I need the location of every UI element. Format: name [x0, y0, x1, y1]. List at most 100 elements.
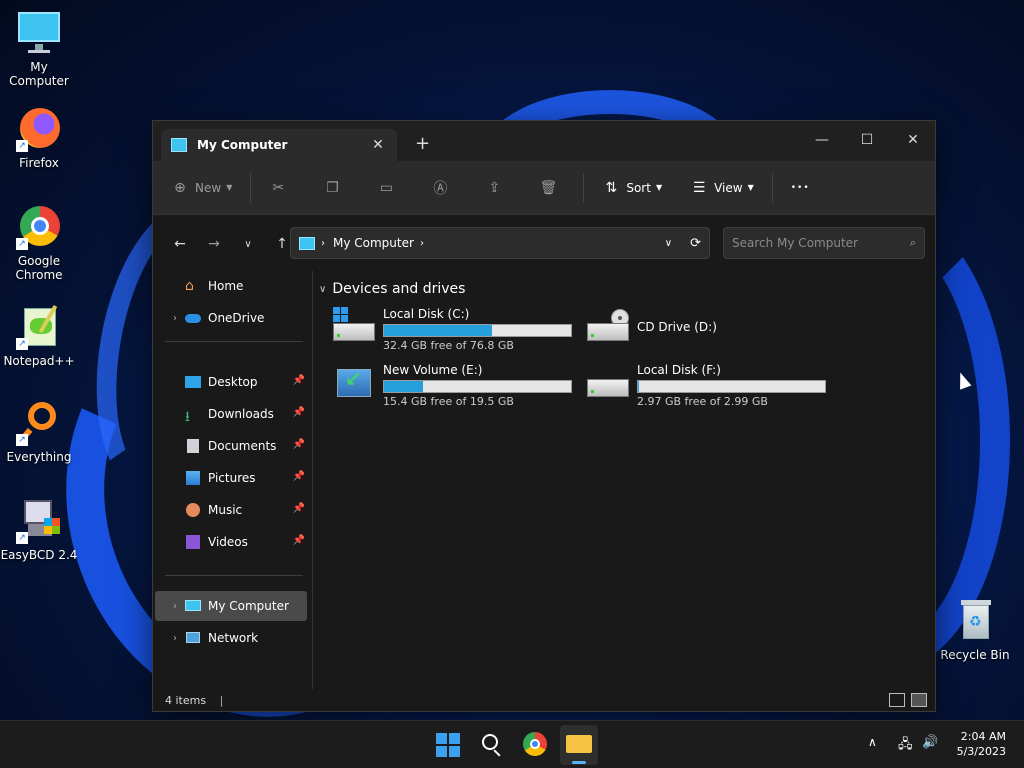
close-window-button[interactable]: ✕ — [901, 129, 925, 151]
title-bar[interactable]: My Computer ✕ + — ☐ ✕ — [153, 121, 935, 161]
folder-icon — [566, 735, 592, 753]
share-button[interactable]: ⇪ — [485, 180, 509, 196]
sidebar-item-videos[interactable]: Videos 📌 — [155, 527, 307, 557]
chevron-right-icon[interactable]: › — [155, 633, 185, 644]
more-icon: ••• — [790, 182, 810, 193]
sidebar-item-music[interactable]: Music 📌 — [155, 495, 307, 525]
desktop-icon-label: Firefox — [19, 156, 59, 170]
network-tray-icon[interactable]: 🖧 — [898, 735, 913, 757]
sidebar-item-documents[interactable]: Documents 📌 — [155, 431, 307, 461]
file-explorer-window[interactable]: My Computer ✕ + — ☐ ✕ ⊕ New ▼ ✂ ❐ ▭ Ⓐ ⇪ … — [152, 120, 936, 712]
desktop-icon-firefox[interactable]: ↗ Firefox — [0, 106, 78, 170]
breadcrumb-my-computer[interactable]: My Computer — [333, 236, 414, 250]
search-icon[interactable]: ⌕ — [910, 236, 916, 250]
drive-usage-fill — [638, 381, 640, 392]
clipboard-icon: ▭ — [379, 179, 393, 196]
tab-my-computer[interactable]: My Computer ✕ — [161, 129, 397, 161]
new-button[interactable]: ⊕ New ▼ — [171, 180, 232, 196]
group-label: Devices and drives — [332, 281, 466, 297]
drive-item-e[interactable]: ↙ New Volume (E:) 15.4 GB free of 19.5 G… — [331, 363, 581, 413]
forward-button[interactable]: → — [197, 236, 231, 252]
address-bar[interactable]: › My Computer › ∨ ⟳ — [290, 227, 710, 259]
windows-logo-icon — [436, 733, 460, 757]
chevron-down-icon[interactable]: ∨ — [665, 238, 672, 249]
drive-item-c[interactable]: Local Disk (C:) 32.4 GB free of 76.8 GB — [331, 307, 581, 357]
drive-item-d[interactable]: CD Drive (D:) — [585, 307, 835, 357]
sort-label: Sort — [626, 180, 651, 195]
back-button[interactable]: ← — [163, 236, 197, 252]
pin-icon: 📌 — [292, 503, 305, 514]
drive-name: New Volume (E:) — [383, 363, 483, 377]
monitor-icon — [16, 10, 62, 56]
sidebar-item-label: Desktop — [208, 375, 258, 389]
drive-name: Local Disk (C:) — [383, 307, 470, 321]
monitor-icon — [185, 598, 203, 614]
chevron-right-icon[interactable]: › — [155, 601, 185, 612]
windows-drive-icon — [331, 307, 377, 347]
view-button[interactable]: ☰ View ▼ — [690, 180, 754, 196]
refresh-icon[interactable]: ⟳ — [690, 236, 701, 251]
sidebar-item-my-computer[interactable]: › My Computer — [155, 591, 307, 621]
sidebar-item-pictures[interactable]: Pictures 📌 — [155, 463, 307, 493]
sidebar-item-home[interactable]: ⌂ Home — [155, 271, 307, 301]
clock[interactable]: 2:04 AM 5/3/2023 — [957, 729, 1006, 759]
copy-button[interactable]: ❐ — [323, 180, 347, 196]
pin-icon: 📌 — [292, 535, 305, 546]
rename-icon: Ⓐ — [433, 180, 448, 197]
close-tab-icon[interactable]: ✕ — [369, 137, 387, 153]
chevron-right-icon[interactable]: › — [420, 238, 424, 249]
group-header-devices[interactable]: ∨ Devices and drives — [319, 281, 465, 297]
minimize-button[interactable]: — — [810, 129, 834, 151]
desktop-icon-everything[interactable]: ↗ Everything — [0, 400, 78, 464]
details-view-icon[interactable] — [889, 693, 905, 707]
pin-icon: 📌 — [292, 439, 305, 450]
new-tab-button[interactable]: + — [415, 133, 430, 154]
drive-free-space: 15.4 GB free of 19.5 GB — [383, 395, 514, 408]
search-box[interactable]: ⌕ — [723, 227, 925, 259]
desktop-folder-icon — [185, 374, 203, 390]
chevron-down-icon: ▼ — [747, 183, 754, 192]
rename-button[interactable]: Ⓐ — [431, 178, 455, 198]
drive-item-f[interactable]: Local Disk (F:) 2.97 GB free of 2.99 GB — [585, 363, 835, 413]
chevron-right-icon[interactable]: › — [155, 313, 185, 324]
sidebar-item-downloads[interactable]: ⭳ Downloads 📌 — [155, 399, 307, 429]
recycle-bin-icon: ♻ — [952, 598, 998, 644]
volume-icon[interactable]: 🔊 — [922, 735, 938, 750]
desktop-icon-recycle-bin[interactable]: ♻ Recycle Bin — [936, 598, 1014, 662]
document-icon — [185, 438, 203, 454]
search-taskbar-button[interactable] — [478, 731, 506, 759]
desktop-icon-label: My Computer — [9, 60, 69, 88]
sidebar-item-label: Network — [208, 631, 259, 645]
see-more-button[interactable]: ••• — [791, 183, 810, 193]
desktop-icon-chrome[interactable]: ↗ Google Chrome — [0, 204, 78, 282]
status-bar: 4 items | — [165, 694, 223, 707]
sidebar-item-onedrive[interactable]: › OneDrive — [155, 303, 307, 333]
start-button[interactable] — [434, 731, 462, 759]
search-input[interactable] — [732, 236, 910, 250]
sort-button[interactable]: ⇅ Sort ▼ — [602, 180, 662, 196]
status-separator: | — [219, 694, 224, 707]
show-hidden-icons-button[interactable]: ∧ — [868, 735, 877, 749]
cut-button[interactable]: ✂ — [269, 180, 293, 196]
download-icon: ⭳ — [185, 409, 190, 425]
chrome-taskbar-button[interactable] — [522, 731, 550, 759]
sidebar-item-desktop[interactable]: Desktop 📌 — [155, 367, 307, 397]
desktop-icon-notepadpp[interactable]: ↗ Notepad++ — [0, 304, 78, 368]
sidebar-item-network[interactable]: › Network — [155, 623, 307, 653]
desktop-icon-my-computer[interactable]: My Computer — [0, 10, 78, 88]
drive-free-space: 2.97 GB free of 2.99 GB — [637, 395, 768, 408]
desktop-icon-label: Recycle Bin — [940, 648, 1010, 662]
easybcd-icon: ↗ — [16, 498, 62, 544]
recent-locations-button[interactable]: ∨ — [231, 239, 265, 250]
large-icons-view-icon[interactable] — [911, 693, 927, 707]
maximize-button[interactable]: ☐ — [855, 129, 879, 151]
explorer-taskbar-button[interactable] — [560, 725, 598, 765]
view-toggle — [883, 693, 927, 707]
search-icon — [482, 734, 498, 750]
sidebar-item-label: OneDrive — [208, 311, 265, 325]
paste-button[interactable]: ▭ — [377, 180, 401, 196]
delete-button[interactable]: 🗑 — [539, 180, 563, 196]
desktop-icon-easybcd[interactable]: ↗ EasyBCD 2.4 — [0, 498, 78, 562]
network-icon — [185, 630, 203, 646]
hard-drive-icon — [585, 363, 631, 403]
